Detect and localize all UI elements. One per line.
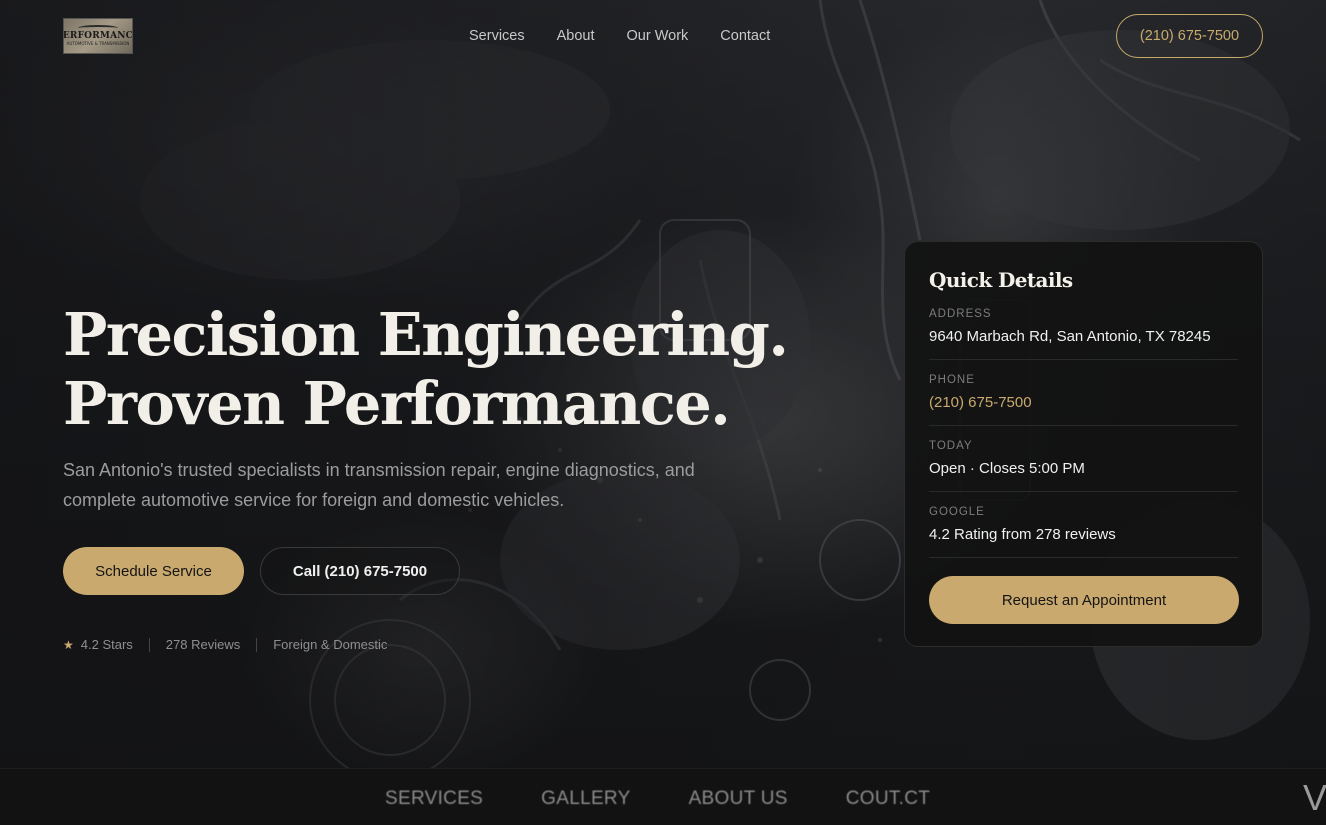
google-rating-value: 4.2 Rating from 278 reviews — [929, 526, 1116, 543]
star-icon: ★ — [63, 637, 74, 652]
logo-text: PERFORMANCE — [63, 31, 133, 41]
nav-link-services[interactable]: Services — [469, 27, 525, 45]
bottom-link-about-us[interactable]: ABOUT US — [689, 789, 788, 809]
google-row: GOOGLE 4.2 Rating from 278 reviews — [929, 492, 1238, 558]
nav-link-contact[interactable]: Contact — [720, 27, 770, 45]
vehicle-type-text: Foreign & Domestic — [273, 637, 388, 652]
headline-line-2: Proven Performance. — [63, 369, 731, 438]
schedule-service-button[interactable]: Schedule Service — [63, 547, 244, 595]
nav-link-about[interactable]: About — [557, 27, 595, 45]
bottom-link-gallery[interactable]: GALLERY — [541, 789, 630, 809]
bottom-link-services[interactable]: SERVICES — [385, 789, 483, 809]
hours-value: Open · Closes 5:00 PM — [929, 460, 1085, 477]
divider — [256, 637, 258, 652]
divider — [148, 637, 150, 652]
request-appointment-button[interactable]: Request an Appointment — [929, 576, 1239, 624]
phone-link[interactable]: (210) 675-7500 — [929, 393, 1238, 413]
logo-subtext: AUTOMOTIVE & TRANSMISSION — [66, 41, 130, 46]
quick-details-card: Quick Details ADDRESS 9640 Marbach Rd, S… — [904, 241, 1263, 647]
hero-meta: ★ 4.2 Stars 278 Reviews Foreign & Domest… — [63, 637, 387, 652]
header-phone-button[interactable]: (210) 675-7500 — [1116, 14, 1263, 58]
bottom-nav-bar: SERVICES GALLERY ABOUT US COUT.CT V — [0, 768, 1326, 825]
hero-headline: Precision Engineering. Proven Performanc… — [63, 300, 789, 438]
reviews-text: 278 Reviews — [165, 637, 241, 652]
bottom-link-contact[interactable]: COUT.CT — [846, 789, 930, 809]
address-value: 9640 Marbach Rd, San Antonio, TX 78245 — [929, 328, 1211, 345]
bottom-nav-links: SERVICES GALLERY ABOUT US COUT.CT — [385, 789, 988, 809]
phone-row: PHONE (210) 675-7500 — [929, 360, 1238, 426]
hours-label: TODAY — [929, 440, 973, 452]
address-row: ADDRESS 9640 Marbach Rd, San Antonio, TX… — [929, 292, 1238, 360]
google-label: GOOGLE — [929, 506, 985, 518]
quick-details-title: Quick Details — [929, 268, 1073, 292]
bottom-edge-glyph: V — [1303, 777, 1326, 818]
address-label: ADDRESS — [929, 308, 992, 320]
phone-label: PHONE — [929, 374, 975, 386]
nav-link-our-work[interactable]: Our Work — [627, 27, 689, 45]
hero-subtitle: San Antonio's trusted specialists in tra… — [63, 460, 695, 510]
hours-row: TODAY Open · Closes 5:00 PM — [929, 426, 1238, 492]
rating-text: 4.2 Stars — [80, 637, 133, 652]
main-nav: Services About Our Work Contact — [469, 27, 802, 45]
logo[interactable]: PERFORMANCE AUTOMOTIVE & TRANSMISSION — [63, 18, 133, 54]
headline-line-1: Precision Engineering. — [63, 300, 789, 369]
call-button[interactable]: Call (210) 675-7500 — [260, 547, 460, 595]
